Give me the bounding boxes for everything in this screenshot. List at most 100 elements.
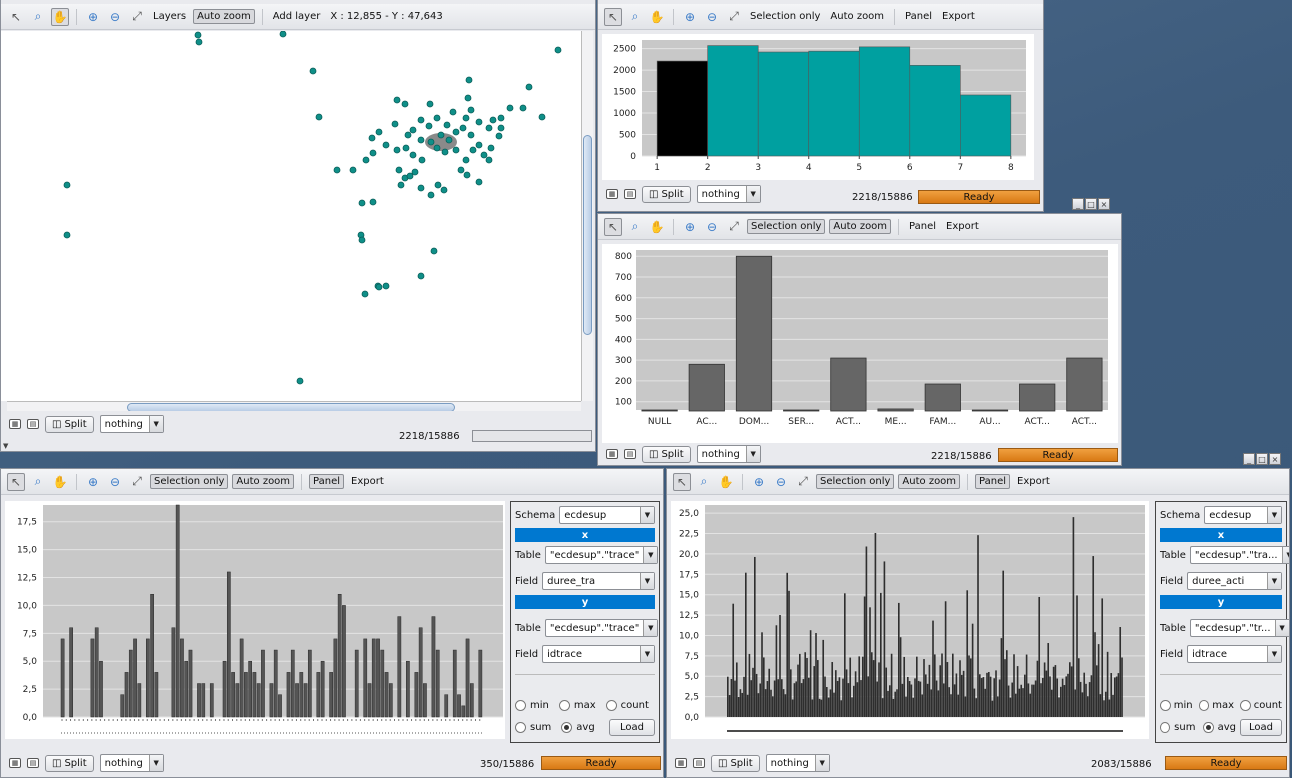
zoom-out-icon[interactable]: ⊖	[703, 8, 721, 26]
table-view-icon[interactable]: ▤	[624, 449, 636, 459]
fit-extent-icon[interactable]: ⤢	[794, 473, 812, 491]
zoom-out-icon[interactable]: ⊖	[772, 473, 790, 491]
zoom-in-icon[interactable]: ⊕	[84, 473, 102, 491]
fit-extent-icon[interactable]: ⤢	[128, 8, 146, 26]
panel-button[interactable]: Panel	[309, 474, 345, 489]
magnifier-icon[interactable]: ⌕	[29, 8, 47, 26]
y-table-combo[interactable]: "ecdesup"."tr... ▼	[1189, 619, 1289, 637]
close-icon[interactable]: ×	[1098, 198, 1110, 210]
pan-hand-icon[interactable]: ✋	[51, 473, 69, 491]
min-radio[interactable]	[515, 699, 526, 711]
layers-button[interactable]: Layers	[150, 10, 189, 23]
magnifier-icon[interactable]: ⌕	[626, 218, 644, 236]
scrollbar-thumb[interactable]	[583, 135, 592, 335]
grid-view-icon[interactable]: ▦	[9, 758, 21, 768]
table-view-icon[interactable]: ▤	[624, 189, 636, 199]
category-plot-area[interactable]: 100 200 300 400 500 600 700 800 NULL AC... DOM... S…	[602, 244, 1118, 446]
pan-hand-icon[interactable]: ✋	[648, 8, 666, 26]
pan-hand-icon[interactable]: ✋	[717, 473, 735, 491]
minimize-icon[interactable]: _	[1243, 453, 1255, 465]
pan-hand-icon[interactable]: ✋	[51, 7, 69, 26]
y-table-combo[interactable]: "ecdesup"."trace" ▼	[544, 619, 659, 637]
auto-zoom-button[interactable]: Auto zoom	[827, 10, 887, 23]
auto-zoom-button[interactable]: Auto zoom	[898, 474, 961, 489]
schema-combo[interactable]: ecdesup ▼	[1204, 506, 1282, 524]
selection-only-button[interactable]: Selection only	[150, 474, 229, 489]
avg-radio[interactable]	[561, 721, 573, 733]
pan-hand-icon[interactable]: ✋	[648, 218, 666, 236]
min-radio[interactable]	[1160, 699, 1171, 711]
table-view-icon[interactable]: ▤	[27, 419, 39, 429]
schema-combo[interactable]: ecdesup ▼	[559, 506, 655, 524]
sum-radio[interactable]	[515, 721, 526, 733]
panel-button[interactable]: Panel	[975, 474, 1011, 489]
pointer-icon[interactable]: ↖	[673, 472, 691, 491]
zoom-out-icon[interactable]: ⊖	[703, 218, 721, 236]
maximize-icon[interactable]: □	[1256, 453, 1268, 465]
count-radio[interactable]	[605, 699, 617, 711]
pointer-icon[interactable]: ↖	[604, 217, 622, 236]
x-field-combo[interactable]: duree_tra ▼	[542, 572, 655, 590]
split-button[interactable]: ◫ Split	[45, 415, 94, 433]
map-canvas[interactable]	[1, 31, 581, 401]
pointer-icon[interactable]: ↖	[7, 8, 25, 26]
selection-only-button[interactable]: Selection only	[747, 10, 823, 23]
fit-extent-icon[interactable]: ⤢	[128, 473, 146, 491]
table-view-icon[interactable]: ▤	[27, 758, 39, 768]
auto-zoom-button[interactable]: Auto zoom	[193, 9, 255, 24]
zoom-in-icon[interactable]: ⊕	[750, 473, 768, 491]
selection-combo[interactable]: nothing ▼	[696, 185, 761, 203]
x-table-combo[interactable]: "ecdesup"."tra...▼	[1189, 546, 1289, 564]
fit-extent-icon[interactable]: ⤢	[725, 8, 743, 26]
fit-extent-icon[interactable]: ⤢	[725, 218, 743, 236]
zoom-in-icon[interactable]: ⊕	[681, 218, 699, 236]
y-field-combo[interactable]: idtrace ▼	[542, 645, 655, 663]
maximize-icon[interactable]: □	[1085, 198, 1097, 210]
split-button[interactable]: ◫ Split	[45, 754, 94, 772]
add-layer-button[interactable]: Add layer	[270, 10, 324, 23]
close-icon[interactable]: ×	[1269, 453, 1281, 465]
zoom-out-icon[interactable]: ⊖	[106, 473, 124, 491]
export-button[interactable]: Export	[348, 475, 387, 488]
load-button[interactable]: Load	[609, 718, 655, 736]
selection-combo[interactable]: nothing ▼	[696, 445, 761, 463]
selection-only-button[interactable]: Selection only	[816, 474, 895, 489]
sum-radio[interactable]	[1160, 721, 1171, 733]
table-view-icon[interactable]: ▤	[693, 758, 705, 768]
pointer-icon[interactable]: ↖	[7, 472, 25, 491]
panel-button[interactable]: Panel	[906, 220, 939, 233]
export-button[interactable]: Export	[939, 10, 978, 23]
max-radio[interactable]	[1198, 699, 1210, 711]
grid-view-icon[interactable]: ▦	[9, 419, 21, 429]
grid-view-icon[interactable]: ▦	[606, 449, 618, 459]
zoom-out-icon[interactable]: ⊖	[106, 8, 124, 26]
avg-radio[interactable]	[1203, 721, 1214, 733]
grid-view-icon[interactable]: ▦	[675, 758, 687, 768]
selection-combo[interactable]: nothing ▼	[765, 754, 830, 772]
export-button[interactable]: Export	[1014, 475, 1053, 488]
split-button[interactable]: ◫ Split	[642, 185, 691, 203]
histogram-plot-area[interactable]: 0 500 1000 1500 2000 2500 1 2 3 4 5 6 7 8	[602, 34, 1034, 180]
magnifier-icon[interactable]: ⌕	[29, 473, 47, 491]
split-button[interactable]: ◫ Split	[711, 754, 760, 772]
split-button[interactable]: ◫ Split	[642, 445, 691, 463]
selection-combo[interactable]: nothing ▼	[99, 754, 164, 772]
zoom-in-icon[interactable]: ⊕	[681, 8, 699, 26]
auto-zoom-button[interactable]: Auto zoom	[829, 219, 892, 234]
selection-only-button[interactable]: Selection only	[747, 219, 826, 234]
map-vertical-scrollbar[interactable]	[581, 31, 593, 401]
minimize-icon[interactable]: _	[1072, 198, 1084, 210]
magnifier-icon[interactable]: ⌕	[626, 8, 644, 26]
magnifier-icon[interactable]: ⌕	[695, 473, 713, 491]
load-button[interactable]: Load	[1240, 718, 1282, 736]
panel-button[interactable]: Panel	[902, 10, 935, 23]
x-table-combo[interactable]: "ecdesup"."trace" ▼	[544, 546, 659, 564]
pointer-icon[interactable]: ↖	[604, 7, 622, 26]
zoom-in-icon[interactable]: ⊕	[84, 8, 102, 26]
selection-combo[interactable]: nothing ▼	[99, 415, 164, 433]
auto-zoom-button[interactable]: Auto zoom	[232, 474, 295, 489]
left-aggregate-plot-area[interactable]: 0,0 2,5 5,0 7,5 10,0 12,5 15,0 17,5	[5, 501, 505, 739]
collapse-arrow-icon[interactable]: ▼	[3, 442, 8, 450]
count-radio[interactable]	[1240, 699, 1251, 711]
max-radio[interactable]	[558, 699, 570, 711]
